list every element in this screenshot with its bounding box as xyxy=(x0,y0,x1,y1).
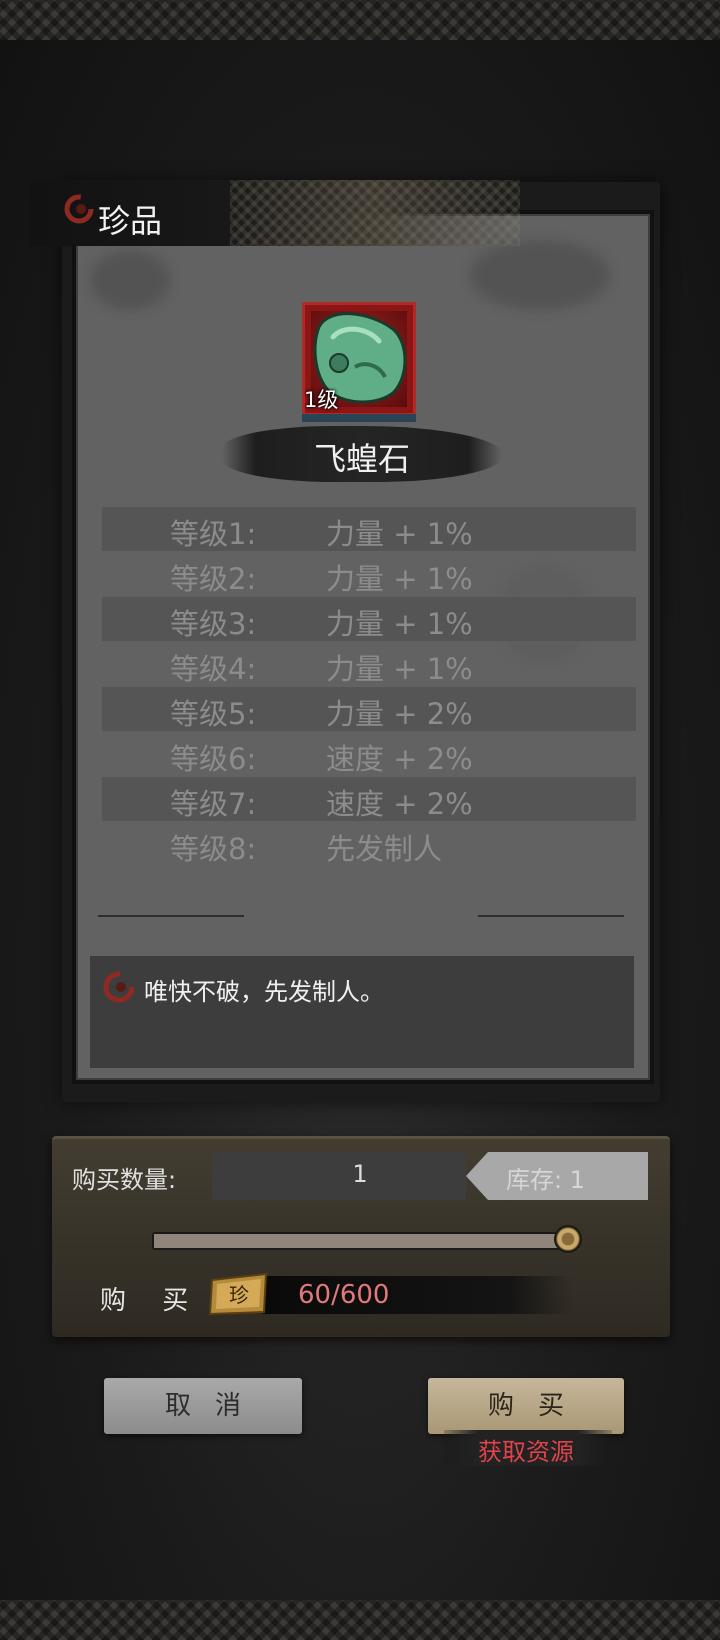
level-value: 力量 + 2% xyxy=(326,697,473,731)
level-row: 等级5: 力量 + 2% xyxy=(102,687,636,731)
level-label: 等级1: xyxy=(170,517,257,551)
bottom-pattern-band xyxy=(0,1600,720,1640)
level-row: 等级8: 先发制人 xyxy=(102,822,636,866)
svg-text:珍: 珍 xyxy=(229,1283,249,1307)
level-label: 等级2: xyxy=(170,562,257,596)
level-value: 力量 + 1% xyxy=(326,562,473,596)
divider-right xyxy=(478,915,624,917)
level-row: 等级4: 力量 + 1% xyxy=(102,642,636,686)
quantity-value[interactable]: 1 xyxy=(212,1160,508,1188)
level-label: 等级6: xyxy=(170,742,257,776)
description-box: 唯快不破，先发制人。 xyxy=(90,956,634,1068)
level-value: 力量 + 1% xyxy=(326,517,473,551)
item-name: 飞蝗石 xyxy=(313,440,410,478)
level-value: 速度 + 2% xyxy=(326,742,473,776)
ink-stain xyxy=(470,240,610,310)
top-pattern-band xyxy=(0,0,720,40)
red-swirl-logo-icon xyxy=(64,194,94,224)
level-label: 等级3: xyxy=(170,607,257,641)
level-label: 等级5: xyxy=(170,697,257,731)
description-text: 唯快不破，先发制人。 xyxy=(144,978,384,1006)
level-value: 力量 + 1% xyxy=(326,607,473,641)
level-label: 等级8: xyxy=(170,832,257,866)
level-value: 先发制人 xyxy=(326,832,443,866)
slider-fill xyxy=(154,1234,572,1248)
quantity-label: 购买数量: xyxy=(72,1166,177,1194)
panel-title: 珍品 xyxy=(98,202,163,240)
item-icon-strip xyxy=(302,414,416,422)
buy-button[interactable]: 购买 xyxy=(428,1378,624,1434)
slider-thumb[interactable] xyxy=(554,1225,582,1253)
stock-text: 库存: 1 xyxy=(506,1166,585,1194)
level-value: 力量 + 1% xyxy=(326,652,473,686)
red-swirl-logo-icon xyxy=(103,971,135,1003)
cost-text: 60/600 xyxy=(298,1280,390,1310)
quantity-slider[interactable] xyxy=(152,1232,574,1250)
level-row: 等级7: 速度 + 2% xyxy=(102,777,636,821)
level-row: 等级6: 速度 + 2% xyxy=(102,732,636,776)
level-label: 等级7: xyxy=(170,787,257,821)
level-row: 等级1: 力量 + 1% xyxy=(102,507,636,551)
cancel-button[interactable]: 取消 xyxy=(104,1378,302,1434)
get-resources-link[interactable]: 获取资源 xyxy=(428,1432,624,1467)
zhen-token-icon: 珍 xyxy=(208,1272,268,1316)
level-label: 等级4: xyxy=(170,652,257,686)
level-value: 速度 + 2% xyxy=(326,787,473,821)
buy-label: 购 买 xyxy=(100,1286,203,1316)
item-level-badge: 1级 xyxy=(304,388,339,412)
ink-stain xyxy=(90,250,170,310)
divider-left xyxy=(98,915,244,917)
level-row: 等级2: 力量 + 1% xyxy=(102,552,636,596)
title-decoration xyxy=(230,180,520,246)
level-row: 等级3: 力量 + 1% xyxy=(102,597,636,641)
